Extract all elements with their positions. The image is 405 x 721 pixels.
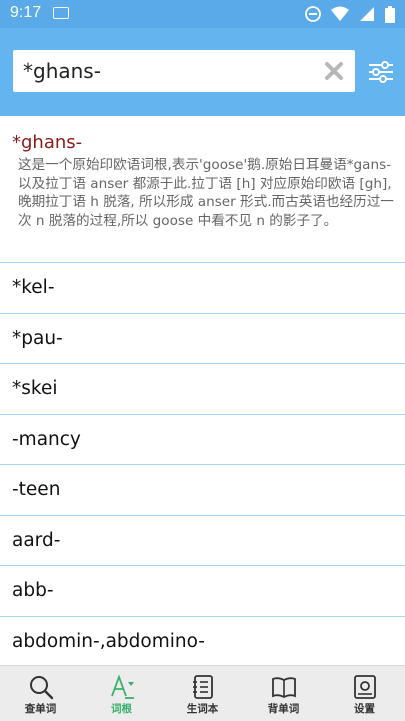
- detail-description: 这是一个原始印欧语词根,表示'goose'鹅.原始日耳曼语*gans- 以及拉丁…: [18, 157, 394, 229]
- list-item[interactable]: aard-: [0, 516, 405, 566]
- nav-settings-label: 设置: [354, 703, 375, 715]
- nav-wordbook-label: 生词本: [186, 703, 219, 715]
- list-item[interactable]: *kel-: [0, 263, 405, 314]
- list-item[interactable]: abdomin-,abdomino-: [0, 617, 405, 667]
- settings-icon: [353, 675, 376, 699]
- bottom-nav: 查单词 词根 生词本 背单词 设置: [0, 665, 405, 721]
- book-icon: [271, 677, 296, 699]
- nav-memorize[interactable]: 背单词: [243, 666, 324, 721]
- list-item[interactable]: *pau-: [0, 314, 405, 364]
- status-time: 9:17: [10, 4, 42, 21]
- nav-roots-label: 词根: [111, 703, 132, 715]
- list-item[interactable]: *skei: [0, 364, 405, 415]
- filter-settings-icon[interactable]: [367, 58, 395, 86]
- status-bar: 9:17: [0, 0, 405, 28]
- do-not-disturb-icon: [305, 6, 321, 22]
- root-icon: [110, 674, 134, 699]
- search-input[interactable]: [23, 50, 318, 92]
- search-header: [0, 28, 405, 116]
- list-item[interactable]: -mancy: [0, 415, 405, 465]
- wifi-icon: [331, 6, 349, 21]
- magnifier-icon: [29, 676, 53, 700]
- keyboard-icon: [53, 7, 69, 19]
- nav-wordbook[interactable]: 生词本: [162, 666, 243, 721]
- nav-roots[interactable]: 词根: [81, 666, 162, 721]
- notebook-icon: [192, 675, 213, 699]
- list-item[interactable]: -teen: [0, 465, 405, 516]
- signal-icon: [360, 7, 374, 21]
- status-icons: [305, 4, 395, 24]
- list-item[interactable]: abb-: [0, 566, 405, 617]
- root-list: *kel- *pau- *skei -mancy -teen aard- abb…: [0, 263, 405, 667]
- search-box[interactable]: [13, 50, 355, 92]
- nav-memorize-label: 背单词: [267, 703, 300, 715]
- clear-icon[interactable]: [323, 60, 345, 82]
- nav-lookup[interactable]: 查单词: [0, 666, 81, 721]
- detail-word: *ghans-: [12, 132, 83, 153]
- battery-icon: [385, 5, 395, 23]
- nav-lookup-label: 查单词: [24, 703, 57, 715]
- root-detail[interactable]: *ghans- 这是一个原始印欧语词根,表示'goose'鹅.原始日耳曼语*ga…: [0, 116, 405, 263]
- nav-settings[interactable]: 设置: [324, 666, 405, 721]
